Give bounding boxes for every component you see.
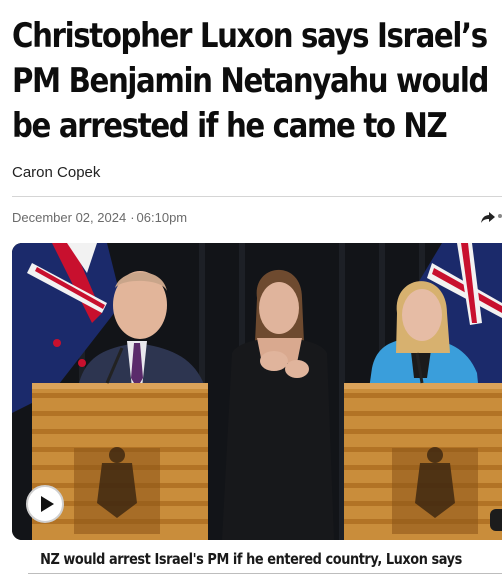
- video-caption: NZ would arrest Israel's PM if he entere…: [40, 550, 462, 568]
- author-byline[interactable]: Caron Copek: [12, 164, 100, 181]
- article-headline: Christopher Luxon says Israel’s PM Benja…: [12, 16, 489, 146]
- video-frame: [12, 243, 502, 540]
- more-dot-icon[interactable]: [498, 214, 502, 218]
- header-divider: [12, 196, 502, 197]
- meta-separator: ·: [130, 210, 135, 225]
- publish-date: December 02, 2024: [12, 210, 127, 225]
- publish-time: 06:10pm: [136, 210, 188, 225]
- play-button[interactable]: [26, 485, 64, 523]
- share-arrow-icon[interactable]: [480, 209, 496, 225]
- caption-divider: [28, 573, 502, 574]
- video-player[interactable]: [12, 243, 502, 540]
- publish-meta: December 02, 2024 · 06:10pm: [12, 210, 187, 225]
- video-overlay-icon[interactable]: [490, 509, 502, 531]
- podium-right: [344, 383, 502, 540]
- play-icon: [40, 496, 54, 512]
